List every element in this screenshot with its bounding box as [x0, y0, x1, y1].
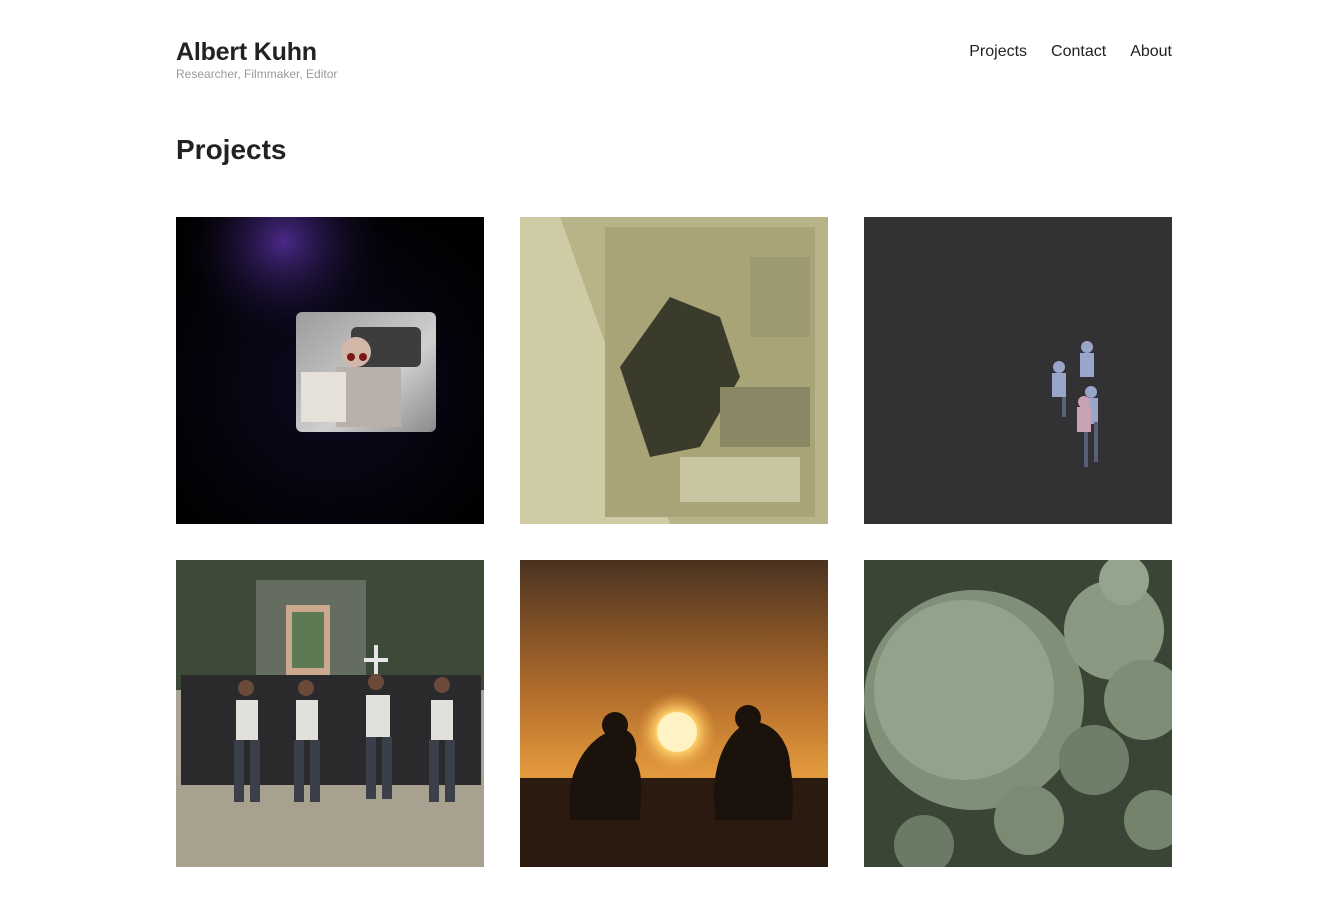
project-thumbnail-6[interactable] [864, 560, 1172, 867]
project-grid [176, 217, 1172, 867]
thumbnail-procession-image [176, 560, 484, 867]
nav-link-projects[interactable]: Projects [969, 42, 1027, 62]
thumbnail-sepia-figure-image [520, 217, 828, 524]
thumbnail-green-mold-image [864, 560, 1172, 867]
main-nav: Projects Contact About [969, 42, 1172, 62]
thumbnail-aerial-children-image [864, 217, 1172, 524]
project-thumbnail-2[interactable] [520, 217, 828, 524]
project-thumbnail-5[interactable] [520, 560, 828, 867]
project-thumbnail-4[interactable] [176, 560, 484, 867]
nav-link-about[interactable]: About [1130, 42, 1172, 62]
thumbnail-sunset-silhouettes-image [520, 560, 828, 867]
site-tagline: Researcher, Filmmaker, Editor [176, 67, 338, 81]
site-title-link[interactable]: Albert Kuhn [176, 36, 317, 68]
thumbnail-man-reading-image [176, 217, 484, 524]
page-title: Projects [176, 134, 287, 165]
nav-link-contact[interactable]: Contact [1051, 42, 1106, 62]
project-thumbnail-3[interactable] [864, 217, 1172, 524]
project-thumbnail-1[interactable] [176, 217, 484, 524]
site-header: Albert Kuhn Researcher, Filmmaker, Edito… [176, 36, 1172, 86]
page: Albert Kuhn Researcher, Filmmaker, Edito… [0, 0, 1341, 897]
